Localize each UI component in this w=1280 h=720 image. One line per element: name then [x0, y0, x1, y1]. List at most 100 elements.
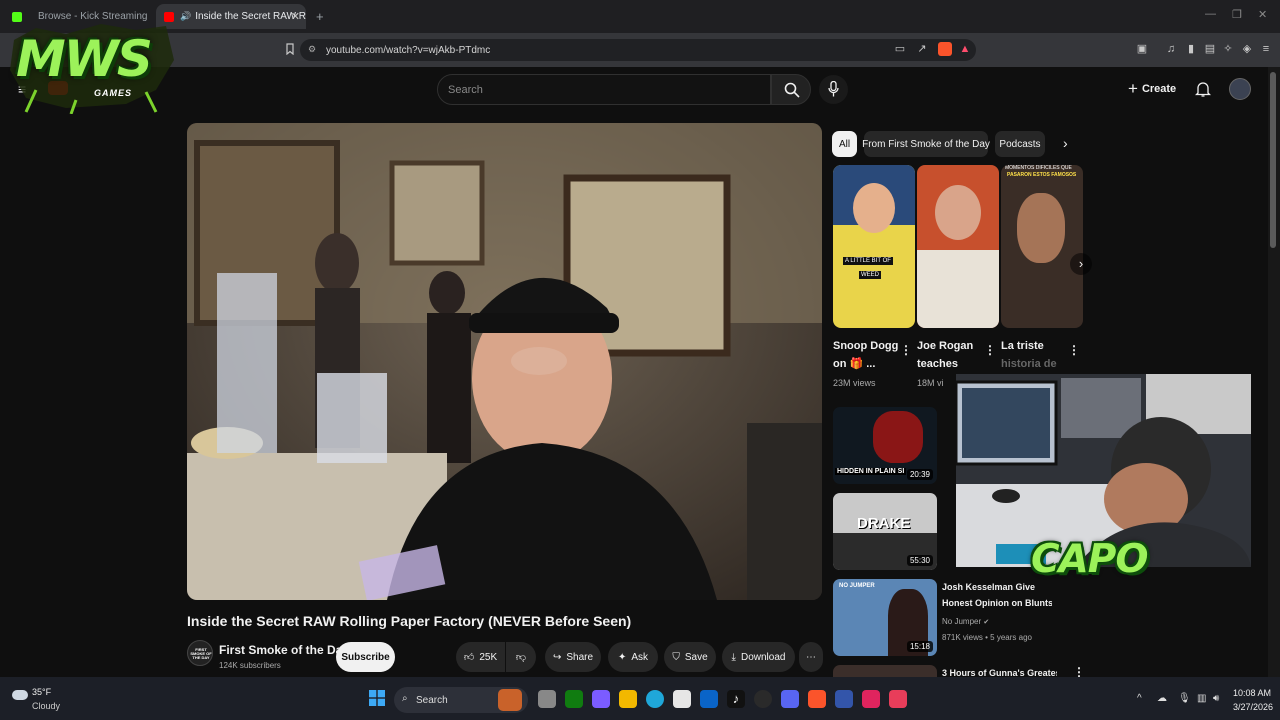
subscriber-count: 124K subscribers	[219, 661, 281, 670]
app-icon[interactable]	[889, 690, 907, 708]
discord-icon[interactable]	[781, 690, 799, 708]
edge-icon[interactable]	[646, 690, 664, 708]
video-thumbnail-3[interactable]: NO JUMPER 15:18	[833, 579, 937, 656]
scrollbar-thumb[interactable]	[1270, 72, 1276, 248]
subscribe-button[interactable]: Subscribe	[336, 642, 395, 672]
video-thumbnail-1[interactable]: HIDDEN IN PLAIN SI 20:39	[833, 407, 937, 484]
video-title-4[interactable]: 3 Hours of Gunna's Greatest	[942, 665, 1057, 677]
duration-badge: 15:18	[906, 641, 933, 652]
face	[1017, 193, 1065, 263]
short-title-1[interactable]: Snoop Dogg on 🎁 ...	[833, 337, 903, 373]
search-button[interactable]	[771, 74, 811, 105]
clock-time[interactable]: 10:08 AM	[1233, 688, 1271, 698]
save-button[interactable]: ⛉ Save	[664, 642, 716, 672]
weather-desc[interactable]: Cloudy	[32, 701, 60, 711]
like-count: 25K	[479, 651, 498, 663]
music-app-icon[interactable]	[862, 690, 880, 708]
cast-icon[interactable]: ▭	[894, 43, 906, 55]
leo-ai-icon[interactable]: ✧	[1222, 43, 1234, 55]
wallet-icon[interactable]: ▤	[1204, 43, 1216, 55]
voice-search-button[interactable]	[819, 75, 848, 104]
tab-youtube[interactable]: 🔊 Inside the Secret RAW Rolling ✕	[156, 4, 306, 29]
brave-shields-icon[interactable]	[938, 42, 952, 56]
video-player[interactable]	[187, 123, 822, 600]
onedrive-icon[interactable]: ☁	[1157, 693, 1167, 704]
save-label: Save	[684, 651, 708, 663]
weather-temp[interactable]: 35°F	[32, 687, 51, 697]
video-menu-icon[interactable]: ⋮	[1073, 665, 1085, 677]
obs-icon[interactable]	[754, 690, 772, 708]
address-bar[interactable]: ⚙ youtube.com/watch?v=wjAkb-PTdmc	[300, 39, 976, 61]
tiktok-icon[interactable]: ♪	[727, 690, 745, 708]
taskbar-search[interactable]: ⌕ Search	[394, 687, 528, 713]
video-channel-3[interactable]: No Jumper ✔	[942, 617, 989, 626]
ask-button[interactable]: ✦ Ask	[608, 642, 658, 672]
xbox-icon[interactable]	[565, 690, 583, 708]
share-page-icon[interactable]: ↗	[916, 43, 928, 55]
share-button[interactable]: ↪ Share	[545, 642, 601, 672]
close-window-icon[interactable]: ✕	[1258, 8, 1267, 21]
menu-icon[interactable]: ≡	[1260, 43, 1272, 55]
network-icon[interactable]: ▥	[1197, 693, 1206, 704]
minimize-icon[interactable]: —	[1205, 8, 1216, 20]
download-button[interactable]: ⤓ Download	[722, 642, 795, 672]
tray-chevron-icon[interactable]: ^	[1137, 693, 1142, 704]
channel-avatar-text: FIRST SMOKE OF THE DAY	[190, 647, 212, 660]
short-title-2[interactable]: Joe Rogan teaches	[917, 337, 987, 373]
windows-start-icon[interactable]	[369, 690, 385, 706]
create-button[interactable]: + Create	[1128, 78, 1176, 100]
short-title-3[interactable]: La triste historia de	[1001, 337, 1071, 373]
sidebar-icon[interactable]: ▮	[1185, 43, 1197, 55]
store-icon[interactable]	[673, 690, 691, 708]
channel-avatar[interactable]: FIRST SMOKE OF THE DAY	[187, 640, 213, 666]
like-button[interactable]: 👍︎ 25K	[456, 642, 505, 672]
copilot-icon[interactable]	[592, 690, 610, 708]
brave-rewards-icon[interactable]: ▲	[959, 43, 971, 55]
clock-date[interactable]: 3/27/2026	[1233, 702, 1273, 712]
short-menu-icon[interactable]: ⋮	[900, 343, 912, 357]
chip-all[interactable]: All	[832, 131, 857, 157]
media-icon[interactable]: ♫	[1165, 43, 1177, 55]
channel-name[interactable]: First Smoke of the Day	[219, 643, 349, 657]
dislike-button[interactable]: 👎︎	[506, 642, 536, 672]
account-avatar[interactable]	[1229, 78, 1251, 100]
short-menu-icon[interactable]: ⋮	[984, 343, 996, 357]
file-explorer-icon[interactable]	[619, 690, 637, 708]
short-views-1: 23M views	[833, 378, 876, 388]
short-thumbnail-2[interactable]	[917, 165, 999, 328]
video-thumbnail-4[interactable]	[833, 665, 937, 677]
chip-from-channel[interactable]: From First Smoke of the Day	[862, 131, 990, 157]
chip-podcasts[interactable]: Podcasts	[995, 131, 1045, 157]
restore-icon[interactable]: ❐	[1232, 8, 1242, 21]
video-meta-3: 871K views • 5 years ago	[942, 633, 1032, 642]
more-icon: ⋯	[806, 651, 816, 663]
short-thumbnail-3[interactable]: MOMENTOS DIFICILES QUE PASARON ESTOS FAM…	[1001, 165, 1083, 328]
more-actions-button[interactable]: ⋯	[799, 642, 823, 672]
plus-icon: +	[1128, 79, 1138, 98]
new-tab-button[interactable]: +	[316, 9, 324, 24]
reading-list-icon[interactable]: ▣	[1136, 43, 1148, 55]
bookmark-icon[interactable]	[284, 43, 296, 56]
verified-icon: ✔	[983, 619, 990, 626]
capo-overlay-text: CAPO	[1031, 537, 1149, 582]
duration-badge: 55:30	[906, 555, 933, 566]
short-menu-icon[interactable]: ⋮	[1068, 343, 1080, 357]
chevron-right-icon[interactable]: ›	[1063, 135, 1068, 151]
volume-icon[interactable]: 🔊︎	[1213, 693, 1219, 704]
notifications-bell-icon[interactable]	[1195, 80, 1211, 98]
site-settings-icon[interactable]: ⚙	[308, 44, 316, 55]
app-icon[interactable]	[835, 690, 853, 708]
search-icon	[784, 82, 800, 98]
shorts-next-icon[interactable]: ›	[1070, 253, 1092, 275]
brave-icon[interactable]	[808, 690, 826, 708]
short-thumbnail-1[interactable]: A LITTLE BIT OF WEED	[833, 165, 915, 328]
outlook-icon[interactable]	[700, 690, 718, 708]
search-input[interactable]: Search	[437, 74, 771, 105]
close-tab-icon[interactable]: ✕	[291, 10, 300, 23]
mic-tray-icon[interactable]: 🎙︎	[1178, 693, 1191, 704]
video-title-3[interactable]: Josh Kesselman Give Honest Opinion on Blu…	[942, 579, 1052, 611]
short-caption-2: WEED	[859, 271, 881, 279]
task-view-icon[interactable]	[538, 690, 556, 708]
vpn-icon[interactable]: ◈	[1241, 43, 1253, 55]
video-thumbnail-2[interactable]: DRAKE 55:30	[833, 493, 937, 570]
